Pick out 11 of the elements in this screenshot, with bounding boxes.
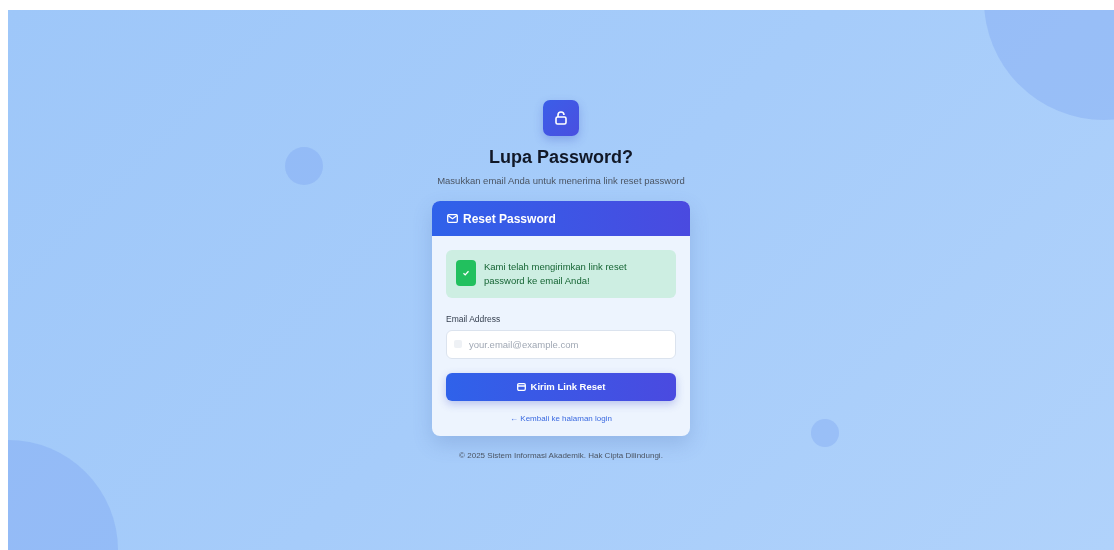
card-title: Reset Password [463, 211, 556, 226]
check-icon [456, 260, 476, 286]
back-to-login-link[interactable]: ← Kembali ke halaman login [510, 413, 612, 423]
submit-button[interactable]: Kirim Link Reset [446, 372, 676, 401]
lock-icon [543, 100, 579, 136]
email-field[interactable]: your.email@example.com [446, 329, 676, 359]
email-label: Email Address [446, 313, 502, 324]
page-subtitle: Masukkan email Anda untuk menerima link reset password [437, 175, 685, 186]
alert-message: Kami telah mengirimkan link reset password ke email Anda! [484, 260, 628, 288]
page-title: Lupa Password? [489, 147, 633, 168]
footer-text: © 2025 Sistem Informasi Akademik. Hak Cipta Dilindungi. [459, 450, 663, 460]
